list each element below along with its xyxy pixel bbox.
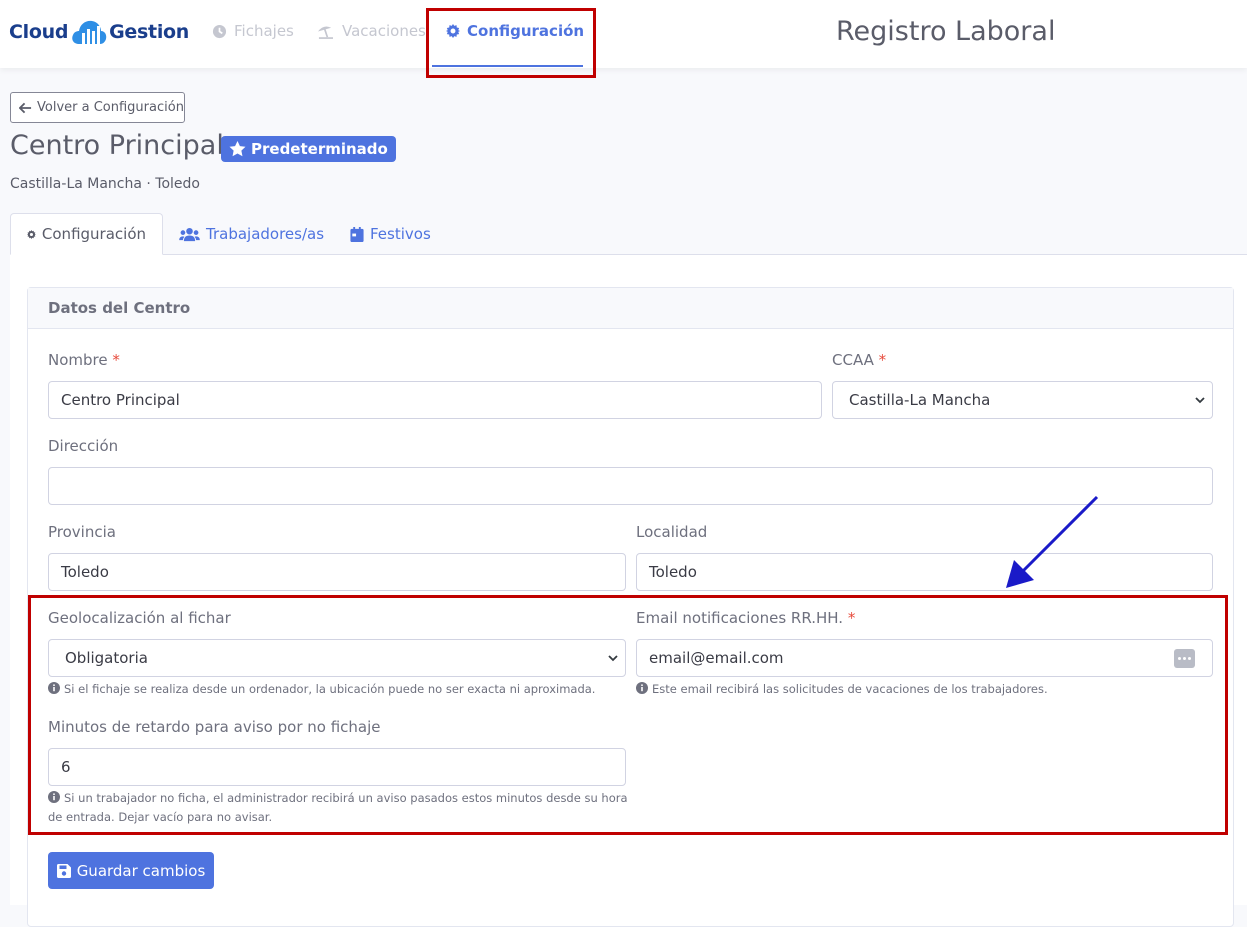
clock-icon xyxy=(212,24,227,38)
ccaa-label: CCAA * xyxy=(832,351,886,369)
center-title: Centro Principal xyxy=(10,130,224,161)
back-button-label: Volver a Configuración xyxy=(37,100,184,115)
provincia-label: Provincia xyxy=(48,523,116,541)
tab-trabajadores-label: Trabajadores/as xyxy=(206,225,325,243)
top-navbar: Cloud Gestion Fichajes Vacaciones Config… xyxy=(0,0,1247,68)
save-button-label: Guardar cambios xyxy=(76,861,206,880)
brand-text-gestion: Gestion xyxy=(109,21,190,43)
users-icon xyxy=(179,227,200,241)
ccaa-value: Castilla-La Mancha xyxy=(849,391,991,409)
nombre-input[interactable]: Centro Principal xyxy=(48,381,822,419)
brand-logo[interactable]: Cloud Gestion xyxy=(9,16,189,48)
gear-icon xyxy=(27,229,36,239)
save-changes-button[interactable]: Guardar cambios xyxy=(48,852,214,889)
floppy-disk-icon xyxy=(56,863,71,878)
required-marker: * xyxy=(112,351,120,369)
tab-festivos[interactable]: Festivos xyxy=(334,213,447,255)
provincia-input[interactable]: Toledo xyxy=(48,553,626,591)
annotation-arrow-icon xyxy=(1006,495,1099,588)
tab-festivos-label: Festivos xyxy=(370,225,431,243)
annotation-highlight-fields xyxy=(28,595,1228,835)
nav-vacaciones[interactable]: Vacaciones xyxy=(316,22,426,40)
direccion-label: Dirección xyxy=(48,437,119,455)
back-to-configuration-button[interactable]: Volver a Configuración xyxy=(10,92,185,123)
default-badge-label: Predeterminado xyxy=(251,140,388,158)
required-marker: * xyxy=(878,351,887,369)
default-badge: Predeterminado xyxy=(221,136,396,162)
ccaa-label-text: CCAA xyxy=(832,351,874,369)
page-title: Registro Laboral xyxy=(836,16,1056,47)
localidad-label: Localidad xyxy=(636,523,708,541)
nombre-label-text: Nombre xyxy=(48,351,108,369)
nav-vacaciones-label: Vacaciones xyxy=(342,22,426,40)
nav-fichajes[interactable]: Fichajes xyxy=(212,22,294,40)
cloud-logo-icon xyxy=(72,20,107,44)
tab-configuracion[interactable]: Configuración xyxy=(10,213,163,255)
arrow-left-icon xyxy=(19,102,32,113)
provincia-value: Toledo xyxy=(61,563,109,581)
localidad-value: Toledo xyxy=(649,563,697,581)
brand-text-cloud: Cloud xyxy=(9,21,69,43)
nombre-label: Nombre * xyxy=(48,351,120,369)
tab-configuracion-label: Configuración xyxy=(41,225,146,243)
chevron-down-icon xyxy=(1195,397,1205,404)
card-header: Datos del Centro xyxy=(28,288,1233,329)
beach-umbrella-icon xyxy=(318,26,333,39)
center-location: Castilla-La Mancha · Toledo xyxy=(10,176,200,192)
tab-trabajadores[interactable]: Trabajadores/as xyxy=(163,213,340,255)
nombre-value: Centro Principal xyxy=(61,391,180,409)
annotation-highlight-nav xyxy=(426,8,596,78)
calendar-icon xyxy=(350,226,364,242)
star-icon xyxy=(229,141,246,157)
ccaa-select[interactable]: Castilla-La Mancha xyxy=(832,381,1213,419)
localidad-input[interactable]: Toledo xyxy=(636,553,1213,591)
nav-fichajes-label: Fichajes xyxy=(234,22,294,40)
